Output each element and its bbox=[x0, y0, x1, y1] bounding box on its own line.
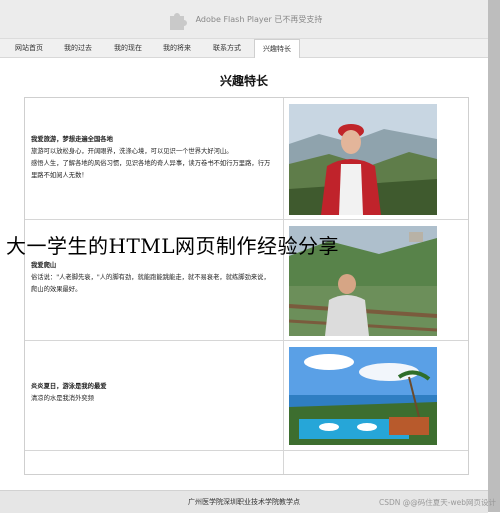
travel-heading: 我爱旅游，梦想走遍全国各地 bbox=[31, 136, 113, 143]
nav-item-home[interactable]: 网站首页 bbox=[11, 39, 47, 57]
column-divider bbox=[283, 341, 284, 450]
travel-photo bbox=[289, 104, 437, 215]
travel-line: 旅游可以放松身心，开阔眼界，洗涤心境，可以见识一个世界大好河山。 bbox=[31, 148, 233, 155]
watermark-credit: CSDN @@码住夏天-web网页设计 bbox=[379, 498, 496, 507]
scrollbar[interactable] bbox=[488, 0, 500, 512]
travel-line: 感悟人生，了解各地的风俗习惯，见识各地的奇人异事，读万卷书不如行万里路，行万 bbox=[31, 160, 271, 167]
table-row bbox=[25, 451, 468, 474]
climbing-heading: 我爱爬山 bbox=[31, 262, 57, 269]
nav-item-present[interactable]: 我的现在 bbox=[110, 39, 146, 57]
swimming-heading: 炎炎夏日，游泳是我的最爱 bbox=[31, 383, 107, 390]
swimming-line: 清凉的水是我消外奕频 bbox=[31, 395, 94, 402]
column-divider bbox=[283, 98, 284, 219]
flash-plugin-banner: Adobe Flash Player 已不再受支持 bbox=[0, 0, 488, 39]
flash-message: Adobe Flash Player 已不再受支持 bbox=[195, 14, 323, 24]
swimming-text: 炎炎夏日，游泳是我的最爱 清凉的水是我消外奕频 bbox=[31, 381, 281, 405]
nav-item-interests[interactable]: 兴趣特长 bbox=[254, 39, 300, 58]
main-nav: 网站首页 我的过去 我的现在 我的将来 联系方式 兴趣特长 bbox=[0, 39, 488, 58]
overlay-caption: 大一学生的HTML网页制作经验分享 bbox=[6, 234, 340, 258]
nav-item-past[interactable]: 我的过去 bbox=[60, 39, 96, 57]
table-row: 我爱旅游，梦想走遍全国各地 旅游可以放松身心，开阔眼界，洗涤心境，可以见识一个世… bbox=[25, 98, 468, 220]
climbing-text: 我爱爬山 俗话说："人老脚先衰，"人的脚有劲，就能跑能跳能走，就不易衰老，就练脚… bbox=[31, 260, 281, 296]
page-title: 兴趣特长 bbox=[219, 74, 268, 88]
column-divider bbox=[283, 451, 284, 474]
interests-table: 我爱旅游，梦想走遍全国各地 旅游可以放松身心，开阔眼界，洗涤心境，可以见识一个世… bbox=[24, 97, 469, 475]
climbing-line: 爬山的效果最好。 bbox=[31, 286, 82, 293]
climbing-line: 俗话说："人老脚先衰，"人的脚有劲，就能跑能跳能走，就不易衰老，就练脚劲来说， bbox=[31, 274, 270, 281]
puzzle-icon bbox=[169, 13, 187, 30]
nav-item-contact[interactable]: 联系方式 bbox=[209, 39, 245, 57]
travel-line: 里路不如阅人无数！ bbox=[31, 172, 88, 179]
table-row: 炎炎夏日，游泳是我的最爱 清凉的水是我消外奕频 bbox=[25, 341, 468, 451]
nav-item-future[interactable]: 我的将来 bbox=[159, 39, 195, 57]
travel-text: 我爱旅游，梦想走遍全国各地 旅游可以放松身心，开阔眼界，洗涤心境，可以见识一个世… bbox=[31, 134, 281, 182]
swimming-photo bbox=[289, 347, 437, 445]
